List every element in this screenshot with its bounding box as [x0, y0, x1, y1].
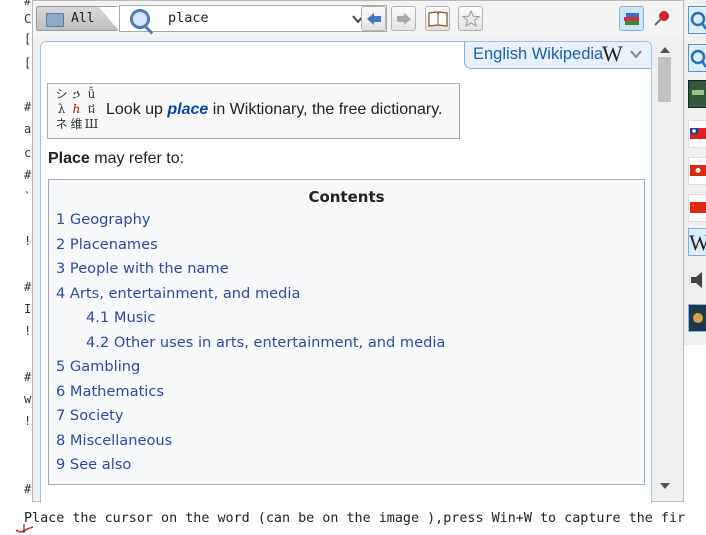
star-icon	[461, 10, 480, 27]
china-flag-icon[interactable]	[688, 194, 706, 222]
wiktionary-text: Look up place in Wiktionary, the free di…	[106, 101, 442, 119]
chevron-down-icon	[630, 50, 642, 59]
editor-char: #	[24, 0, 32, 8]
wiktionary-glyph: λ	[57, 102, 66, 116]
wiktionary-box: シ ኃ ǚ λ ℎ ជ ネ维 Ш Look up place in Wiktionary, t…	[47, 83, 460, 139]
scan-popup-button[interactable]	[425, 6, 450, 31]
editor-char: !	[24, 324, 32, 338]
wiktionary-suffix: in Wiktionary, the free dictionary.	[208, 101, 443, 118]
editor-char: w	[24, 392, 32, 406]
toc-item[interactable]: 9 See also	[56, 456, 131, 473]
dictionary-popup: All English Wikipedia W	[32, 0, 684, 503]
wiktionary-prefix: Look up	[106, 101, 168, 118]
toc-item[interactable]: 2 Placenames	[56, 236, 158, 253]
toc-item[interactable]: 6 Mathematics	[56, 383, 164, 400]
forward-arrow-icon	[396, 12, 411, 25]
background-editor-bottom: Place the cursor on the word (can be on …	[0, 508, 706, 535]
pin-button[interactable]	[653, 9, 671, 31]
group-label: All	[71, 11, 95, 26]
search-dict-icon[interactable]	[688, 6, 706, 34]
toc-item[interactable]: 3 People with the name	[56, 260, 229, 277]
editor-char: [	[24, 56, 32, 70]
editor-char: #	[24, 280, 32, 294]
back-button[interactable]	[361, 6, 386, 31]
wiktionary-glyph: ኃ	[72, 87, 81, 101]
toc-item[interactable]: 1 Geography	[56, 211, 151, 228]
dictionaries-button[interactable]	[619, 6, 644, 31]
toc-item[interactable]: 5 Gambling	[56, 358, 140, 375]
toc-item[interactable]: 8 Miscellaneous	[56, 432, 172, 449]
editor-char: !	[24, 234, 32, 248]
table-of-contents: Contents 1 Geography 2 Placenames 3 People…	[48, 179, 645, 485]
back-arrow-icon	[366, 12, 381, 25]
scroll-thumb[interactable]	[658, 57, 671, 102]
pin-icon	[654, 11, 669, 26]
editor-char: #	[24, 482, 32, 496]
editor-char: c	[24, 146, 32, 160]
search-input[interactable]	[168, 8, 338, 28]
group-selector[interactable]: All	[36, 6, 119, 31]
editor-char: #	[24, 168, 32, 182]
wiktionary-glyph: ℎ	[72, 102, 81, 116]
wiktionary-logo-icon: シ ኃ ǚ λ ℎ ជ ネ维 Ш	[54, 87, 102, 135]
headword: Place	[48, 150, 90, 167]
wiktionary-glyph: Ш	[84, 117, 99, 131]
book-cover-icon[interactable]	[688, 304, 706, 332]
article-panel: English Wikipedia W シ ኃ ǚ λ ℎ ជ ネ维 Ш Look up pl…	[40, 41, 652, 503]
folder-icon	[46, 13, 64, 27]
dictionary-bar: W	[684, 0, 706, 345]
wiktionary-glyph: ជ	[87, 102, 96, 116]
wiktionary-glyph: ネ	[55, 117, 68, 131]
wikipedia-logo-icon: W	[602, 41, 623, 66]
toc-item[interactable]: 4.2 Other uses in arts, entertainment, a…	[86, 334, 445, 351]
editor-char: C	[24, 12, 32, 26]
editor-char: #	[24, 370, 32, 384]
toc-item[interactable]: 4.1 Music	[86, 309, 155, 326]
editor-char: [	[24, 32, 32, 46]
search-dict-icon[interactable]	[688, 44, 706, 72]
toc-title: Contents	[308, 188, 385, 206]
editor-char: #	[24, 100, 32, 114]
editor-char: `	[24, 190, 32, 204]
source-tab[interactable]: English Wikipedia W	[464, 41, 651, 69]
editor-line: Place the cursor on the word (can be on …	[24, 511, 686, 526]
favorite-button[interactable]	[458, 6, 483, 31]
taiwan-flag-icon[interactable]	[688, 120, 706, 148]
wikipedia-icon[interactable]: W	[688, 228, 706, 256]
toc-item[interactable]: 4 Arts, entertainment, and media	[56, 285, 300, 302]
background-editor-left: # C [ [ # a c # `! # I! # w! #	[0, 0, 34, 510]
book-dict-icon[interactable]	[688, 80, 706, 108]
disambiguation-intro: Place may refer to:	[48, 150, 184, 168]
book-icon	[427, 10, 448, 27]
speaker-icon[interactable]	[688, 266, 706, 294]
wiktionary-glyph: 维	[70, 117, 83, 131]
wiktionary-glyph: シ	[55, 87, 68, 101]
vertical-scrollbar[interactable]	[655, 41, 674, 499]
wiktionary-link[interactable]: place	[167, 101, 208, 118]
toc-item[interactable]: 7 Society	[56, 407, 124, 424]
forward-button[interactable]	[391, 6, 416, 31]
editor-char: I	[24, 302, 32, 316]
intro-text: may refer to:	[89, 150, 185, 167]
scroll-down-icon[interactable]	[660, 483, 670, 489]
source-label: English Wikipedia	[473, 45, 604, 63]
editor-char: !	[24, 414, 32, 428]
search-box[interactable]	[119, 5, 387, 32]
editor-char: a	[24, 122, 32, 136]
wiktionary-glyph: ǚ	[87, 87, 96, 101]
dictionaries-icon	[623, 12, 639, 25]
scroll-up-icon[interactable]	[660, 47, 670, 53]
toolbar: All	[33, 1, 683, 37]
search-icon	[130, 9, 150, 29]
hongkong-flag-icon[interactable]	[688, 157, 706, 185]
corner-fold	[99, 7, 119, 31]
